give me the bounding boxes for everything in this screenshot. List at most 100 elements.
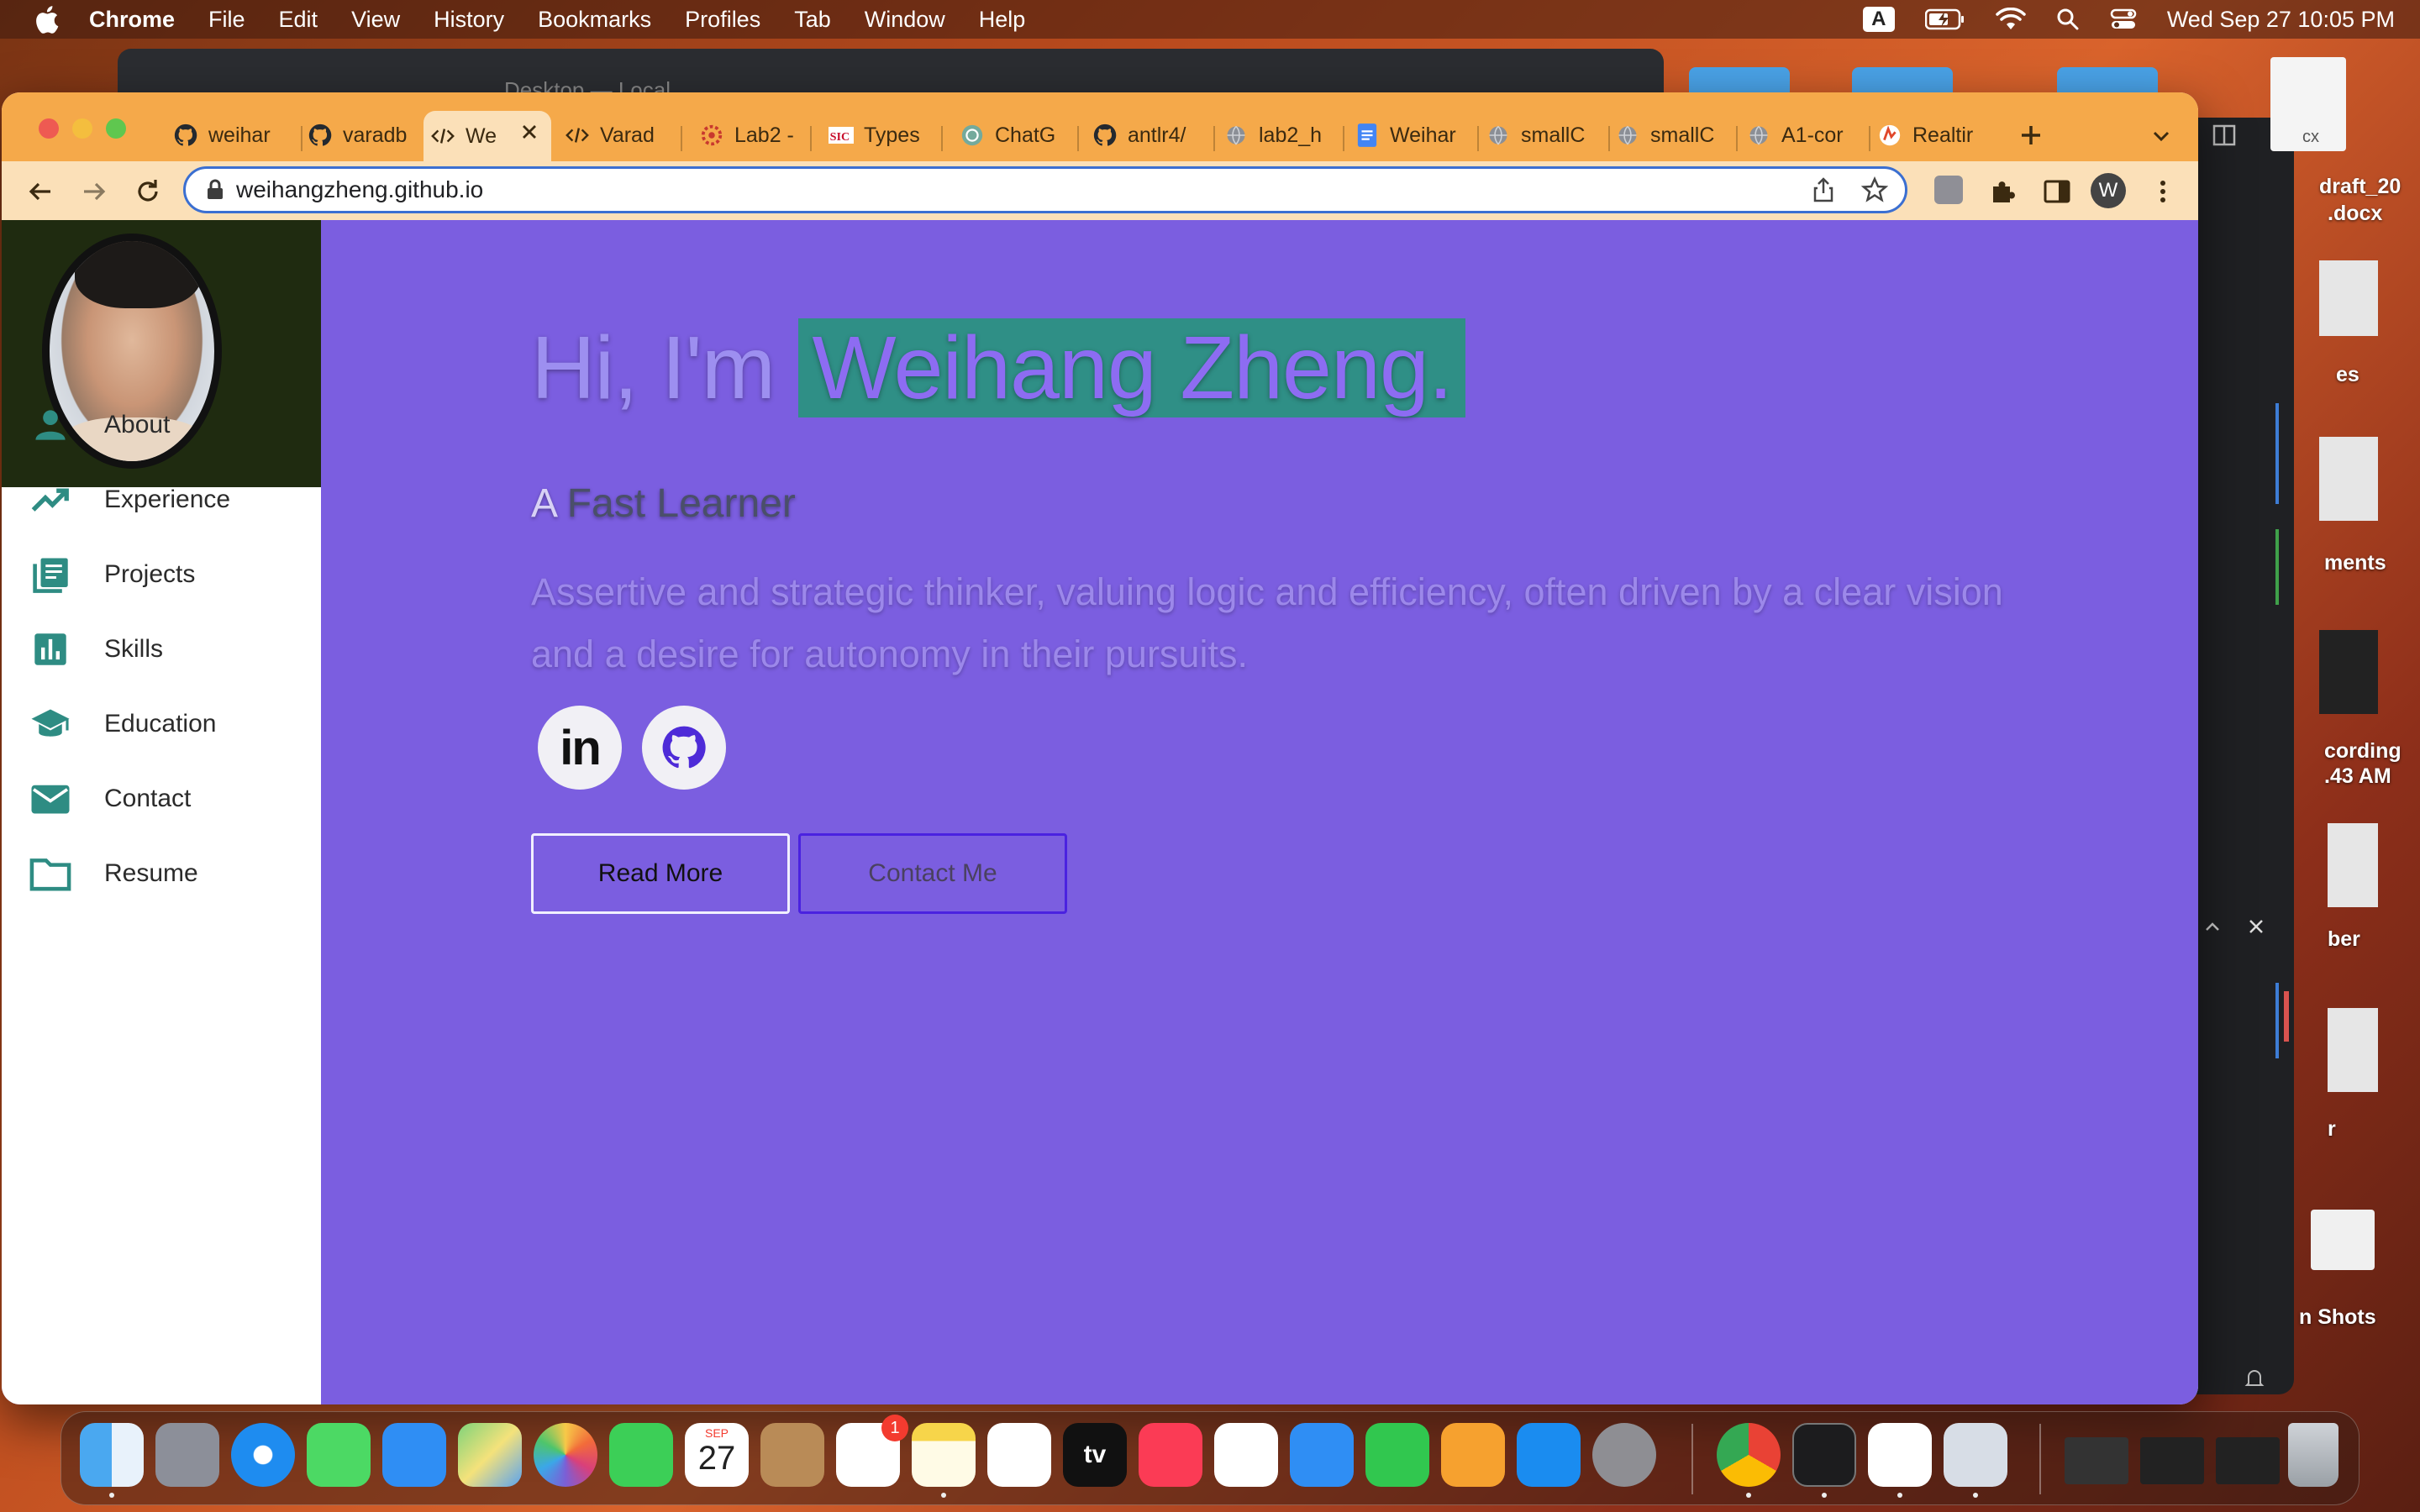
tab-we[interactable]: We [424, 111, 551, 161]
desktop-label[interactable]: cx [2302, 128, 2319, 147]
notes-icon[interactable] [912, 1423, 976, 1487]
chevron-up-icon[interactable] [2202, 916, 2223, 937]
news-icon[interactable] [1214, 1423, 1278, 1487]
minimized-window-thumbnail[interactable] [2065, 1437, 2128, 1484]
url-text[interactable]: weihangzheng.github.io [236, 176, 483, 203]
sidebar-item-experience[interactable]: Experience [2, 470, 321, 530]
safari-icon[interactable] [231, 1423, 295, 1487]
tab-smallc[interactable]: smallC [1479, 111, 1613, 160]
pages-icon[interactable] [1441, 1423, 1505, 1487]
photos-icon[interactable] [534, 1423, 597, 1487]
share-icon[interactable] [1811, 176, 1836, 203]
tab-antlr4[interactable]: antlr4/ [1086, 111, 1218, 160]
app-store-icon[interactable] [1517, 1423, 1581, 1487]
new-tab-icon[interactable] [2018, 123, 2044, 148]
address-bar[interactable]: weihangzheng.github.io [183, 166, 1907, 213]
background-finder-window[interactable]: Desktop — Local [118, 49, 1664, 102]
extensions-puzzle-icon[interactable] [1988, 176, 2018, 207]
tab-realtir[interactable]: Realtir [1870, 111, 2002, 160]
keynote-icon[interactable] [1290, 1423, 1354, 1487]
tab-weihar[interactable]: Weihar [1348, 111, 1482, 160]
maps-icon[interactable] [458, 1423, 522, 1487]
sidebar-item-education[interactable]: Education [2, 694, 321, 754]
back-arrow-icon[interactable] [25, 176, 55, 207]
window-zoom-button[interactable] [106, 118, 126, 139]
menu-bookmarks[interactable]: Bookmarks [538, 7, 651, 33]
tab-types[interactable]: SIC Types [822, 111, 946, 160]
desktop-label[interactable]: r [2328, 1117, 2336, 1142]
desktop-label[interactable]: cording [2324, 739, 2402, 764]
spotlight-search-icon[interactable] [2056, 8, 2080, 31]
lock-icon[interactable] [206, 179, 224, 201]
sidebar-item-contact[interactable]: Contact [2, 769, 321, 829]
desktop-document-icon[interactable] [2328, 823, 2378, 907]
side-panel-icon[interactable] [2042, 176, 2072, 207]
terminal-icon[interactable] [1792, 1423, 1856, 1487]
menu-history[interactable]: History [434, 7, 504, 33]
apple-tv-icon[interactable]: tv [1063, 1423, 1127, 1487]
messages-icon[interactable] [307, 1423, 371, 1487]
music-icon[interactable] [1139, 1423, 1202, 1487]
bell-icon[interactable] [2244, 1368, 2265, 1389]
tab-varadb[interactable]: varadb [301, 111, 424, 160]
minimized-window-thumbnail[interactable] [2216, 1437, 2280, 1484]
close-icon[interactable] [2245, 916, 2267, 937]
sidebar-item-resume[interactable]: Resume [2, 843, 321, 904]
tab-a1-cor[interactable]: A1-cor [1739, 111, 1874, 160]
mail-icon[interactable] [382, 1423, 446, 1487]
control-center-icon[interactable] [2110, 8, 2137, 31]
apple-menu-icon[interactable] [34, 5, 59, 34]
menu-help[interactable]: Help [979, 7, 1026, 33]
system-settings-icon[interactable] [1592, 1423, 1656, 1487]
github-link[interactable] [642, 706, 726, 790]
preview-icon[interactable] [1944, 1423, 2007, 1487]
sidebar-item-about[interactable]: About [2, 395, 321, 455]
menu-profiles[interactable]: Profiles [685, 7, 760, 33]
desktop-label[interactable]: ments [2324, 551, 2386, 575]
freeform-icon[interactable] [987, 1423, 1051, 1487]
minimized-window-thumbnail[interactable] [2140, 1437, 2204, 1484]
tab-weihar[interactable]: weihar [166, 111, 306, 160]
desktop-label[interactable]: draft_20 [2319, 175, 2401, 199]
tab-lab2-h[interactable]: lab2_h [1217, 111, 1348, 160]
menu-chrome[interactable]: Chrome [89, 7, 175, 33]
reminders-icon[interactable]: 1 [836, 1415, 908, 1487]
desktop-label[interactable]: .docx [2328, 202, 2382, 226]
tab-chatg[interactable]: ChatG [953, 111, 1082, 160]
calendar-icon[interactable]: SEP 27 [685, 1423, 749, 1487]
desktop-screenshots-folder-icon[interactable] [2311, 1210, 2375, 1270]
tab-varad[interactable]: Varad [558, 111, 686, 160]
input-source-icon[interactable]: A [1862, 7, 1895, 32]
desktop-label[interactable]: .43 AM [2324, 764, 2391, 789]
menu-edit[interactable]: Edit [279, 7, 318, 33]
sidebar-item-projects[interactable]: Projects [2, 544, 321, 605]
desktop-label[interactable]: es [2336, 363, 2360, 387]
facetime-icon[interactable] [609, 1423, 673, 1487]
profile-avatar[interactable]: W [2091, 173, 2126, 208]
tab-search-chevron-icon[interactable] [2149, 124, 2173, 148]
desktop-label[interactable]: n Shots [2299, 1305, 2376, 1330]
wifi-icon[interactable] [1996, 8, 2026, 31]
menu-view[interactable]: View [351, 7, 400, 33]
menu-file[interactable]: File [208, 7, 245, 33]
contact-me-button[interactable]: Contact Me [798, 833, 1067, 914]
sidebar-item-skills[interactable]: Skills [2, 619, 321, 680]
reload-icon[interactable] [133, 176, 163, 207]
clock[interactable]: Wed Sep 27 10:05 PM [2167, 7, 2395, 33]
finder-icon[interactable] [80, 1423, 144, 1487]
tab-smallc[interactable]: smallC [1608, 111, 1741, 160]
vscode-icon[interactable] [1868, 1423, 1932, 1487]
chrome-icon[interactable] [1717, 1423, 1781, 1487]
desktop-document-icon[interactable] [2328, 1008, 2378, 1092]
menu-window[interactable]: Window [865, 7, 945, 33]
read-more-button[interactable]: Read More [531, 833, 790, 914]
contacts-icon[interactable] [760, 1423, 824, 1487]
desktop-document-icon[interactable] [2319, 260, 2378, 336]
menu-tab[interactable]: Tab [794, 7, 831, 33]
numbers-icon[interactable] [1365, 1423, 1429, 1487]
desktop-video-icon[interactable] [2319, 630, 2378, 714]
desktop-document-icon[interactable] [2319, 437, 2378, 521]
window-close-button[interactable] [39, 118, 59, 139]
window-minimize-button[interactable] [72, 118, 92, 139]
bookmark-star-icon[interactable] [1861, 176, 1888, 203]
